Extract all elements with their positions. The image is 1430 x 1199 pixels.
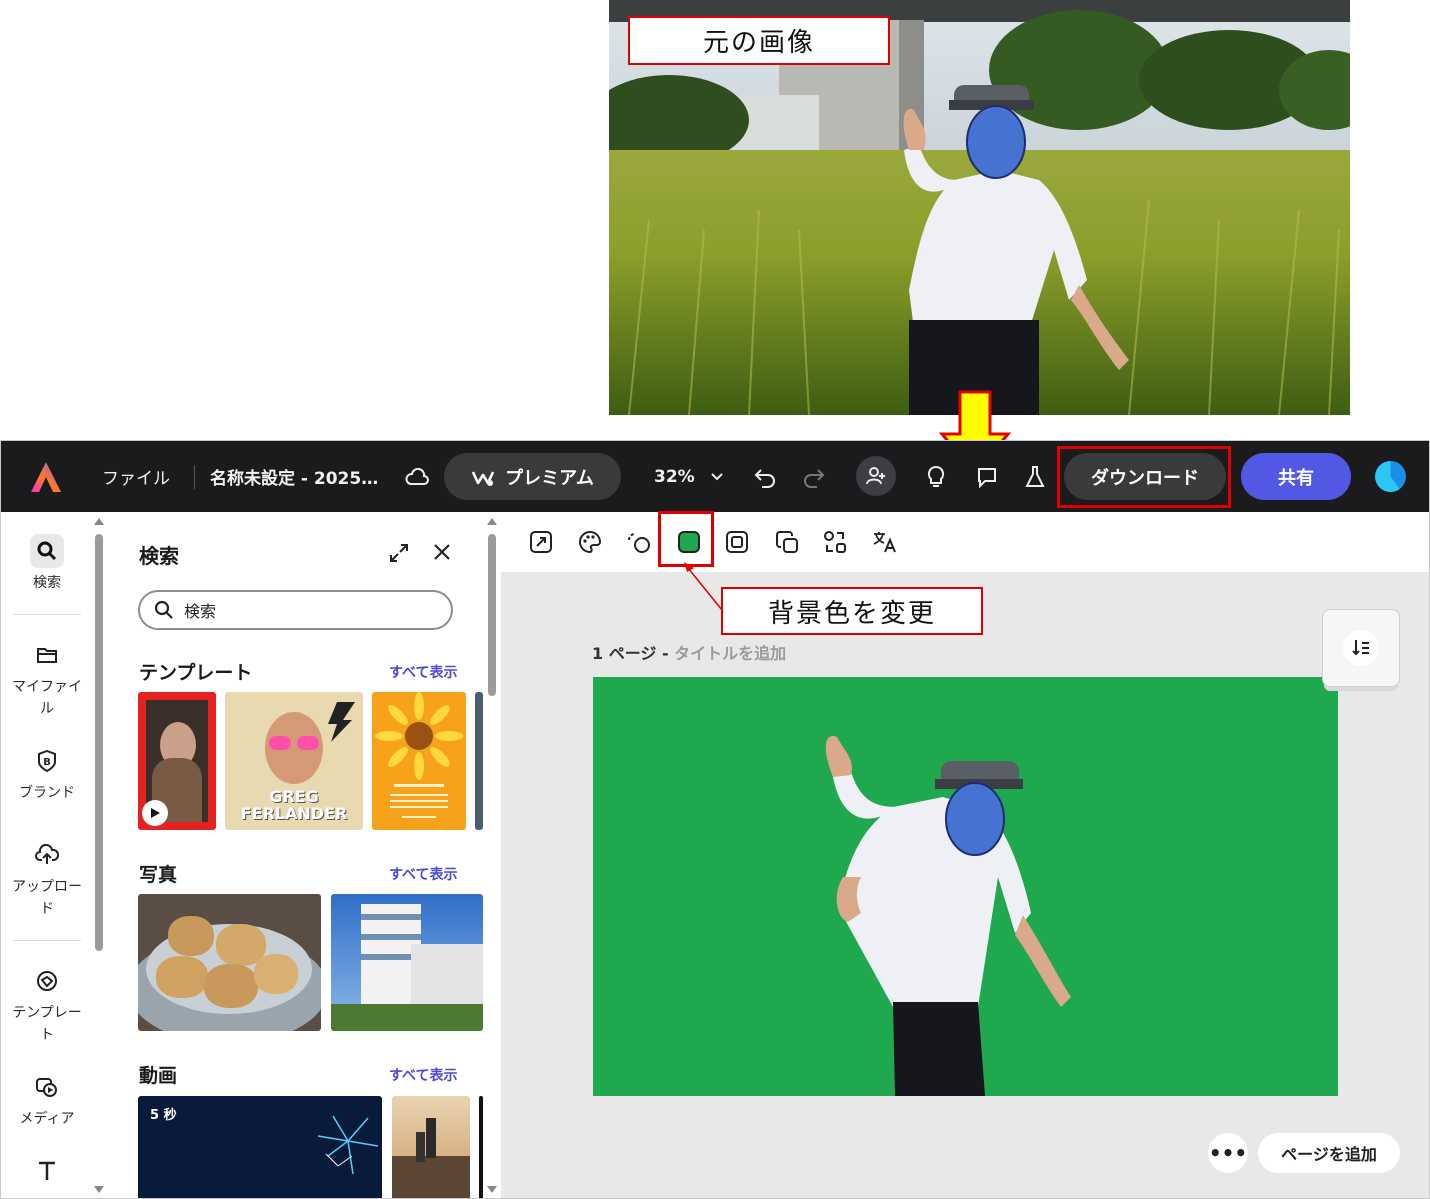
download-highlight-annotation: [1057, 446, 1231, 508]
layers-icon[interactable]: [773, 528, 801, 556]
page-options-widget[interactable]: [1322, 609, 1400, 687]
search-placeholder: 検索: [184, 602, 217, 621]
photo-thumbnail[interactable]: [138, 894, 321, 1031]
replace-icon[interactable]: [821, 528, 849, 556]
svg-text:B: B: [43, 757, 51, 768]
context-toolbar: [501, 512, 1429, 572]
add-page-button[interactable]: ページを追加: [1258, 1133, 1400, 1173]
lightbulb-icon[interactable]: [918, 459, 954, 495]
rail-label: ブランド: [19, 785, 75, 801]
folder-icon: [30, 638, 64, 672]
rail-item-brand[interactable]: B ブランド: [1, 744, 93, 804]
share-button[interactable]: 共有: [1241, 453, 1351, 500]
divider: [13, 614, 81, 615]
rail-item-text[interactable]: [1, 1154, 93, 1192]
expand-icon[interactable]: [388, 542, 410, 568]
rail-item-my-files[interactable]: マイファイル: [1, 638, 93, 720]
page-sort-icon: [1343, 630, 1379, 666]
bg-color-annotation: 背景色を変更: [721, 587, 983, 635]
search-panel: 検索 検索 テンプレート すべて表示 GREG FERLANDER 写真 すべて…: [109, 512, 499, 1198]
comment-icon[interactable]: [969, 459, 1005, 495]
bg-color-highlight-annotation: [658, 511, 714, 567]
media-icon: [30, 1070, 64, 1104]
video-thumbnail[interactable]: 5 秒: [138, 1096, 382, 1198]
scroll-up-arrow[interactable]: [94, 518, 104, 525]
adobe-express-logo-icon[interactable]: [29, 441, 63, 512]
text-icon: [30, 1154, 64, 1188]
divider: [194, 465, 195, 489]
remove-background-icon[interactable]: [625, 528, 653, 556]
rail-item-search[interactable]: 検索: [1, 534, 93, 594]
left-rail: 検索 マイファイル B ブランド アップロード テンプレート メディア: [1, 512, 104, 1198]
flask-icon[interactable]: [1017, 459, 1053, 495]
cloud-icon[interactable]: [405, 441, 429, 512]
template-thumbnail[interactable]: [372, 692, 466, 830]
resize-icon[interactable]: [527, 528, 555, 556]
template-card-text: GREG FERLANDER: [240, 787, 348, 823]
template-thumbnail[interactable]: [138, 692, 216, 830]
file-menu[interactable]: ファイル: [102, 441, 170, 512]
original-image-annotation: 元の画像: [628, 16, 890, 65]
video-thumbnail[interactable]: [392, 1096, 470, 1198]
palette-icon[interactable]: [576, 528, 604, 556]
rail-label: テンプレート: [12, 1005, 82, 1043]
see-all-photos-link[interactable]: すべて表示: [389, 864, 457, 884]
rail-label: メディア: [19, 1111, 75, 1127]
template-thumbnail[interactable]: GREG FERLANDER: [225, 692, 363, 830]
translate-icon[interactable]: [871, 528, 899, 556]
panel-scrollbar[interactable]: [488, 534, 496, 696]
premium-crown-icon: [471, 470, 495, 486]
more-options-button[interactable]: •••: [1208, 1133, 1248, 1173]
top-bar: ファイル 名称未設定 - 2025… プレミアム 32% ダウンロード 共有: [1, 441, 1429, 512]
section-title-videos: 動画: [139, 1065, 178, 1087]
invite-user-icon[interactable]: [856, 456, 896, 496]
rail-item-templates[interactable]: テンプレート: [1, 964, 93, 1046]
brand-icon: B: [30, 744, 64, 778]
premium-label: プレミアム: [505, 467, 594, 489]
video-thumbnail[interactable]: [479, 1096, 483, 1198]
cutout-person[interactable]: [593, 677, 1338, 1096]
template-thumbnail[interactable]: [475, 692, 483, 830]
play-icon: [142, 800, 168, 826]
zoom-level[interactable]: 32%: [654, 441, 695, 512]
page-number-label: 1 ページ -: [592, 644, 675, 663]
page-title-input[interactable]: タイトルを追加: [674, 644, 786, 663]
upload-icon: [30, 838, 64, 872]
scroll-down-arrow[interactable]: [94, 1186, 104, 1193]
avatar[interactable]: [1375, 461, 1406, 492]
search-icon: [154, 600, 173, 619]
divider: [13, 940, 81, 941]
search-icon: [30, 534, 64, 568]
section-title-templates: テンプレート: [139, 662, 253, 684]
scroll-down-arrow[interactable]: [487, 1186, 497, 1193]
canvas-area: 1 ページ - タイトルを追加 ••• ページを追加: [501, 572, 1429, 1198]
premium-button[interactable]: プレミアム: [444, 453, 621, 500]
page-label: 1 ページ - タイトルを追加: [592, 640, 786, 664]
scroll-up-arrow[interactable]: [487, 518, 497, 525]
express-editor: ファイル 名称未設定 - 2025… プレミアム 32% ダウンロード 共有 検…: [0, 440, 1430, 1199]
chevron-down-icon[interactable]: [699, 459, 735, 495]
document-title[interactable]: 名称未設定 - 2025…: [210, 441, 378, 512]
rail-item-upload[interactable]: アップロード: [1, 838, 93, 920]
rail-scrollbar[interactable]: [95, 534, 103, 951]
rail-item-media[interactable]: メディア: [1, 1070, 93, 1130]
see-all-videos-link[interactable]: すべて表示: [389, 1065, 457, 1085]
rail-label: 検索: [33, 575, 61, 591]
rail-label: アップロード: [12, 879, 82, 917]
frame-icon[interactable]: [723, 528, 751, 556]
section-title-photos: 写真: [139, 864, 178, 886]
close-icon[interactable]: [432, 542, 452, 566]
design-page[interactable]: [593, 677, 1338, 1096]
search-input[interactable]: 検索: [138, 590, 453, 630]
see-all-templates-link[interactable]: すべて表示: [389, 662, 457, 682]
rail-label: マイファイル: [12, 679, 82, 717]
redo-icon[interactable]: [796, 459, 832, 495]
photo-thumbnail[interactable]: [331, 894, 483, 1031]
template-icon: [30, 964, 64, 998]
undo-icon[interactable]: [747, 459, 783, 495]
panel-title: 検索: [139, 544, 179, 568]
